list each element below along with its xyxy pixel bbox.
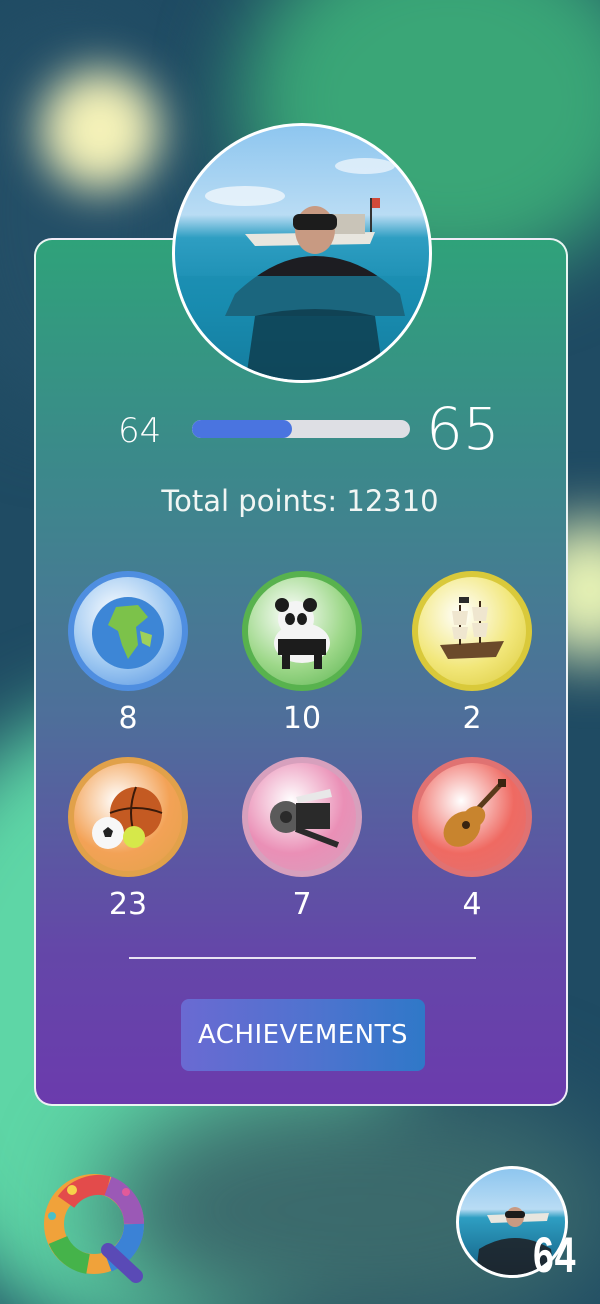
category-count: 8 (118, 701, 138, 736)
category-history[interactable]: 2 (410, 571, 534, 736)
category-animals[interactable]: 10 (240, 571, 364, 736)
total-points: Total points: 12310 (161, 484, 439, 518)
achievements-button[interactable]: ACHIEVEMENTS (181, 999, 425, 1071)
player-level-badge: 64 (533, 1227, 577, 1283)
category-count: 2 (462, 701, 482, 736)
category-count: 4 (462, 887, 482, 922)
current-level: 64 (118, 411, 162, 451)
sports-balls-icon (68, 757, 188, 877)
panda-icon (242, 571, 362, 691)
level-progress-fill (192, 420, 293, 438)
profile-avatar[interactable] (172, 123, 432, 383)
category-count: 7 (292, 887, 312, 922)
level-progress-bar (192, 420, 410, 438)
category-count: 23 (108, 887, 148, 922)
sailing-ship-icon (412, 571, 532, 691)
app-logo (38, 1172, 153, 1284)
level-progress-row: 64 65 (0, 395, 600, 475)
globe-icon (68, 571, 188, 691)
divider (129, 957, 476, 959)
category-sports[interactable]: 23 (66, 757, 190, 922)
film-reel-icon (242, 757, 362, 877)
category-movies[interactable]: 7 (240, 757, 364, 922)
category-count: 10 (282, 701, 322, 736)
next-level: 65 (426, 395, 500, 463)
category-geography[interactable]: 8 (66, 571, 190, 736)
category-music[interactable]: 4 (410, 757, 534, 922)
guitar-icon (412, 757, 532, 877)
